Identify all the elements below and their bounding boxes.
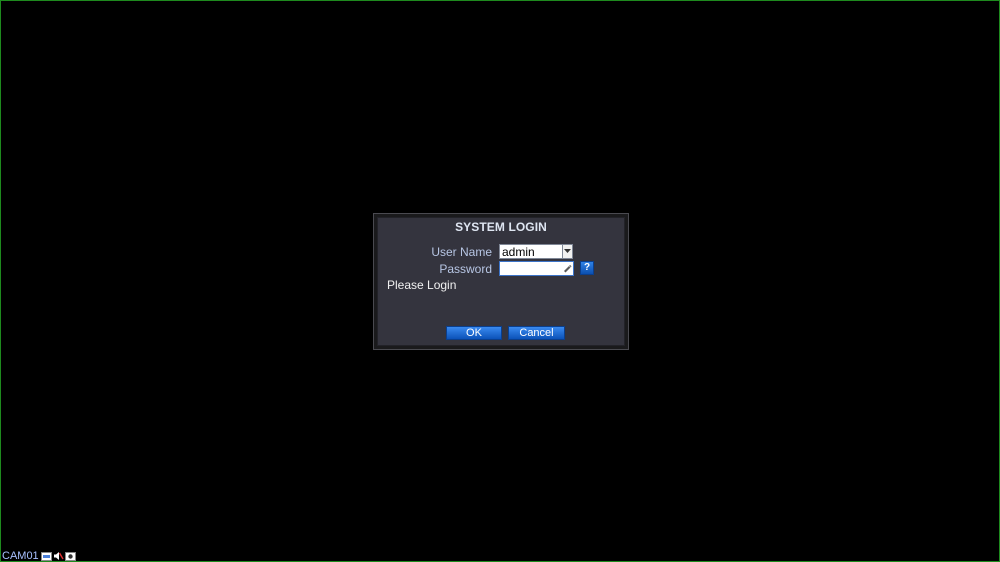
login-status-text: Please Login [387,278,457,292]
user-name-label: User Name [431,245,492,259]
dialog-title: SYSTEM LOGIN [455,220,547,234]
dropdown-button[interactable] [562,245,572,258]
help-button[interactable]: ? [580,261,594,275]
cancel-button[interactable]: Cancel [508,326,565,340]
speaker-mute-icon [53,552,64,560]
user-name-value: admin [502,245,535,259]
system-login-dialog: SYSTEM LOGIN User Name admin Password ? … [373,213,629,350]
camera-status-bar: CAM01 [2,550,77,562]
ok-button[interactable]: OK [446,326,502,340]
motion-icon [64,551,76,561]
dialog-body: SYSTEM LOGIN User Name admin Password ? … [377,217,625,346]
user-name-select[interactable]: admin [499,244,573,259]
camera-label: CAM01 [2,550,39,562]
password-label: Password [439,262,492,276]
chevron-down-icon [564,249,571,253]
record-icon [40,551,52,561]
video-screen: SYSTEM LOGIN User Name admin Password ? … [0,0,1000,562]
keyboard-icon[interactable] [563,264,572,273]
